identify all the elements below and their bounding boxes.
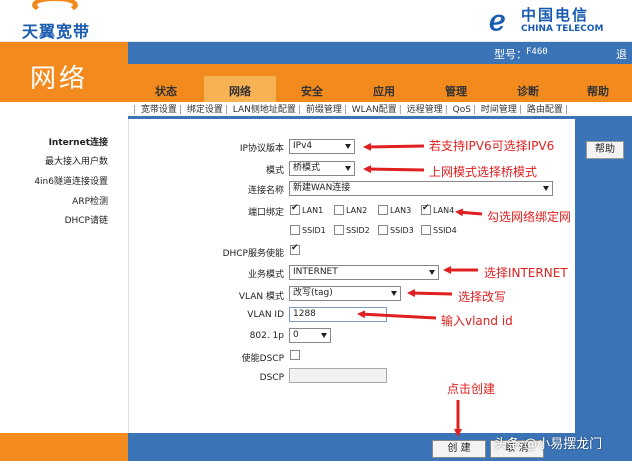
service-mode-label: 业务模式 (247, 270, 284, 280)
top-banner: 天翼宽带 ℯ 中国电信 CHINA TELECOM (0, 0, 632, 42)
main-tabs: 状态 网络 安全 应用 管理 诊断 帮助 (128, 64, 632, 102)
ssid4-checkbox[interactable] (421, 225, 431, 235)
router-admin-page: 天翼宽带 ℯ 中国电信 CHINA TELECOM 网络 型号： F460 退出… (0, 0, 632, 461)
lan3-checkbox[interactable] (378, 205, 388, 215)
dot1p-value: 0 (293, 330, 299, 340)
help-button[interactable]: 帮助 (586, 141, 624, 159)
ssid4-label: SSID4 (433, 226, 457, 235)
china-telecom-logo: ℯ 中国电信 CHINA TELECOM (489, 2, 624, 38)
subnav-remote[interactable]: 远程管理 (406, 105, 444, 115)
ssid2-label: SSID2 (346, 226, 370, 235)
lan3-label: LAN3 (390, 206, 412, 215)
mode-select[interactable]: 桥模式 (289, 161, 355, 176)
sidebar-item-max-users[interactable]: 最大接入用户数 (45, 154, 108, 167)
dhcp-enable-label: DHCP服务使能 (222, 249, 284, 259)
subnav-broadband[interactable]: 宽带设置 (140, 105, 178, 115)
tab-help[interactable]: 帮助 (564, 76, 632, 102)
model-value: F460 (526, 47, 548, 57)
sub-navigation: | 宽带设置 | 绑定设置 | LAN侧地址配置 | 前缀管理 | WLAN配置 | 远程… (128, 102, 632, 116)
ssid1-checkbox[interactable] (290, 225, 300, 235)
dot1p-select[interactable]: 0 (289, 328, 331, 343)
logo-swirl-icon (32, 0, 78, 14)
annotation-rewrite: 选择改写 (458, 290, 507, 304)
tab-network[interactable]: 网络 (204, 76, 276, 102)
annotation-create: 点击创建 (447, 382, 496, 396)
connection-name-select[interactable]: 新建WAN连接 (289, 181, 553, 196)
vlan-mode-label: VLAN 模式 (238, 292, 284, 302)
dhcp-enable-checkbox[interactable] (290, 243, 300, 255)
dscp-label: DSCP (259, 373, 284, 383)
sidebar-item-dhcp[interactable]: DHCP请链 (65, 213, 108, 226)
ssid3-label: SSID3 (390, 226, 414, 235)
watermark: 头条 @小易摆龙门 (494, 437, 603, 452)
subnav-binding[interactable]: 绑定设置 (186, 105, 224, 115)
connection-name-value: 新建WAN连接 (293, 183, 351, 193)
tab-management[interactable]: 管理 (420, 76, 492, 102)
chevron-down-icon (391, 291, 397, 296)
ssid1-label: SSID1 (302, 226, 326, 235)
subnav-routing[interactable]: 路由配置 (526, 105, 564, 115)
chevron-down-icon (429, 270, 435, 275)
tab-diagnostics[interactable]: 诊断 (492, 76, 564, 102)
service-mode-select[interactable]: INTERNET (289, 265, 439, 280)
service-mode-value: INTERNET (293, 267, 338, 277)
annotation-bridge: 上网模式选择桥模式 (429, 165, 538, 179)
lan2-label: LAN2 (346, 206, 368, 215)
enable-dscp-label: 使能DSCP (241, 354, 284, 364)
sidebar-item-4in6[interactable]: 4in6隧道连接设置 (34, 174, 108, 187)
tab-security[interactable]: 安全 (276, 76, 348, 102)
subnav-time[interactable]: 时间管理 (480, 105, 518, 115)
sidebar-item-internet[interactable]: Internet连接 (49, 135, 108, 148)
connection-name-label: 连接名称 (247, 186, 284, 196)
lan2-checkbox[interactable] (334, 205, 344, 215)
lan4-label: LAN4 (433, 206, 455, 215)
model-label: 型号： (494, 48, 527, 61)
brand-right-cn: 中国电信 (521, 6, 590, 24)
lan1-label: LAN1 (302, 206, 324, 215)
enable-dscp-checkbox[interactable] (290, 350, 300, 360)
vlan-id-label: VLAN ID (247, 310, 284, 320)
lan4-checkbox[interactable] (421, 203, 431, 215)
dscp-input[interactable] (289, 368, 387, 383)
chevron-down-icon (345, 144, 351, 149)
sidebar: Internet连接 最大接入用户数 4in6隧道连接设置 ARP检测 DHCP… (0, 116, 128, 461)
tianyi-logo: 天翼宽带 (14, 0, 100, 41)
telecom-mark-icon: ℯ (489, 4, 506, 37)
vlan-mode-select[interactable]: 改写(tag) (289, 286, 401, 301)
annotation-internet: 选择INTERNET (484, 266, 568, 280)
dot1p-label: 802. 1p (249, 331, 284, 341)
ssid2-checkbox[interactable] (334, 225, 344, 235)
right-panel (575, 119, 632, 433)
vlan-id-input[interactable]: 1288 (289, 307, 387, 322)
ssid3-checkbox[interactable] (378, 225, 388, 235)
mode-label: 模式 (265, 166, 284, 176)
ip-version-value: IPv4 (293, 141, 313, 151)
info-bar: 型号： F460 退出 (128, 42, 632, 77)
chevron-down-icon (345, 166, 351, 171)
tab-application[interactable]: 应用 (348, 76, 420, 102)
section-title: 网络 (30, 64, 89, 94)
chevron-down-icon (321, 333, 327, 338)
chevron-down-icon (543, 186, 549, 191)
lan1-checkbox[interactable] (290, 203, 300, 215)
annotation-vlan: 输入vland id (441, 314, 513, 328)
brand-right-en: CHINA TELECOM (521, 24, 604, 34)
create-button[interactable]: 创 建 (432, 440, 486, 458)
vlan-mode-value: 改写(tag) (293, 288, 333, 298)
subnav-lan-address[interactable]: LAN侧地址配置 (232, 105, 297, 115)
bottom-left-panel (0, 433, 128, 461)
annotation-bind: 勾选网络绑定网 (487, 210, 572, 224)
annotation-ipv6: 若支持IPV6可选择IPV6 (429, 139, 555, 153)
tab-status[interactable]: 状态 (128, 76, 204, 102)
ip-version-label: IP协议版本 (239, 144, 284, 154)
subnav-prefix[interactable]: 前缀管理 (305, 105, 343, 115)
ip-version-select[interactable]: IPv4 (289, 139, 355, 154)
port-binding-label: 端口绑定 (247, 208, 284, 218)
subnav-qos[interactable]: QoS (452, 105, 472, 115)
brand-left-text: 天翼宽带 (22, 22, 91, 41)
subnav-wlan[interactable]: WLAN配置 (351, 105, 398, 115)
mode-value: 桥模式 (293, 163, 321, 173)
sidebar-item-arp[interactable]: ARP检测 (72, 194, 108, 207)
